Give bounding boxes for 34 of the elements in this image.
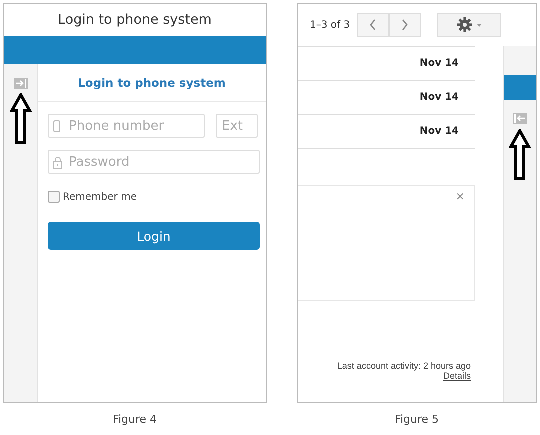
collapse-icon[interactable]	[14, 78, 28, 89]
form-heading: Login to phone system	[78, 76, 226, 90]
password-input-field[interactable]: Password	[48, 150, 260, 174]
login-button[interactable]: Login	[48, 222, 260, 250]
message-row[interactable]: Nov 14	[298, 46, 475, 81]
settings-button[interactable]	[437, 13, 502, 37]
settings-icon	[456, 17, 473, 33]
expand-icon[interactable]	[513, 113, 527, 124]
message-date: Nov 14	[420, 58, 459, 69]
phone-icon	[53, 120, 61, 133]
figure-caption: Figure 4	[112, 413, 158, 426]
message-row[interactable]: Nov 14	[298, 81, 475, 115]
ext-input-field[interactable]: Ext	[216, 114, 258, 138]
activity-text: Last account activity: 2 hours ago	[337, 361, 471, 371]
message-row[interactable]: Nov 14	[298, 115, 475, 149]
chevron-right-icon	[401, 19, 410, 31]
lock-icon	[53, 156, 63, 169]
message-date: Nov 14	[420, 92, 459, 103]
remember-checkbox[interactable]	[48, 191, 60, 203]
previous-button[interactable]	[357, 13, 390, 37]
highlight-bar	[504, 75, 536, 100]
up-arrow-drawing	[10, 93, 32, 145]
figure-caption: Figure 5	[394, 413, 440, 426]
message-date: Nov 14	[420, 126, 459, 137]
close-button[interactable]: ×	[456, 190, 465, 203]
details-link[interactable]: Details	[443, 371, 471, 381]
phone-input-field[interactable]: Phone number	[48, 114, 205, 138]
window-title: Login to phone system	[57, 11, 213, 30]
remember-label: Remember me	[63, 192, 137, 202]
chevron-left-icon	[369, 19, 378, 31]
caret-icon	[476, 24, 482, 26]
next-button[interactable]	[389, 13, 422, 37]
up-arrow-drawing	[509, 129, 531, 181]
pagination-count: 1–3 of 3	[310, 20, 350, 30]
